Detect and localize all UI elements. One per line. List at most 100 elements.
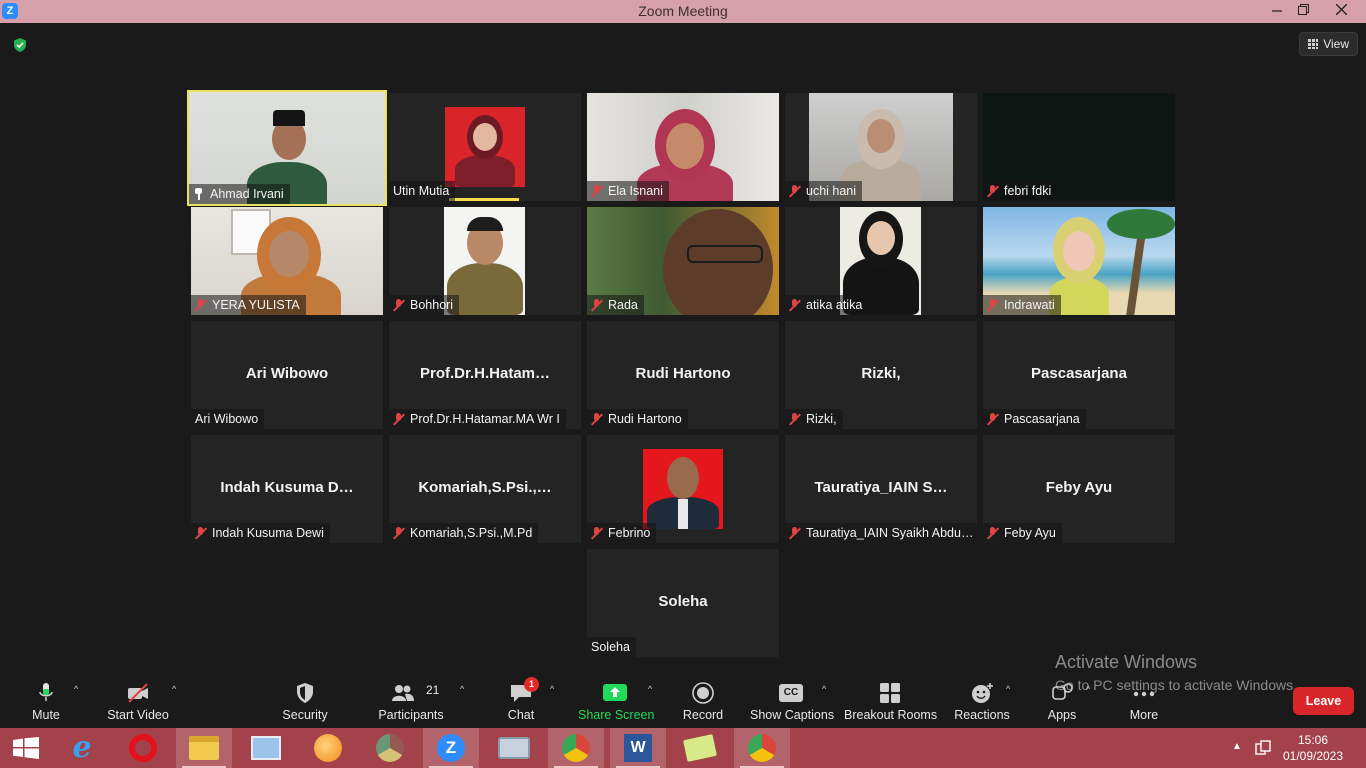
video-tile-atika-atika[interactable]: atika atika [785,207,977,315]
breakout-rooms-button[interactable]: Breakout Rooms [844,675,938,728]
participant-display-name: Prof.Dr.H.Hatam… [419,365,551,382]
captions-options-caret-icon[interactable]: ^ [822,685,830,694]
clock-date: 01/09/2023 [1282,749,1344,763]
muted-mic-icon [789,413,800,425]
video-tile-utin-mutia[interactable]: Utin Mutia [389,93,581,201]
meeting-toolbar: Activate Windows Go to PC settings to ac… [0,652,1366,728]
participant-name: Ahmad Irvani [210,187,284,201]
show-captions-button[interactable]: CC Show Captions [750,675,834,728]
restore-icon [1297,4,1309,15]
participant-name: Rada [608,298,638,312]
taskbar-keyboard[interactable] [486,728,542,768]
watermark-title: Activate Windows [1055,652,1198,672]
more-icon [1133,691,1155,697]
video-tile-bohhori[interactable]: Bohhori [389,207,581,315]
reactions-button[interactable]: Reactions [954,675,1010,728]
video-tile-ahmad-irvani[interactable]: Ahmad Irvani [187,90,387,206]
muted-mic-icon [591,185,602,197]
reactions-options-caret-icon[interactable]: ^ [1006,685,1014,694]
participants-button[interactable]: 21 Participants [378,675,444,728]
participant-label: Rizki, [785,409,843,429]
share-screen-button[interactable]: Share Screen [578,675,654,728]
taskbar-chrome-profile-u[interactable] [548,728,604,768]
windows-start-icon [13,737,39,759]
participant-name: Feby Ayu [1004,526,1056,540]
apps-options-caret-icon[interactable]: ^ [1086,685,1094,694]
restore-button[interactable] [1288,0,1318,23]
record-button[interactable]: Record [680,675,726,728]
chat-button[interactable]: 1 Chat [500,675,542,728]
participant-name: Ela Isnani [608,184,663,198]
name-tile-hatamar[interactable]: Prof.Dr.H.Hatam… Prof.Dr.H.Hatamar.MA Wr… [389,321,581,429]
taskbar-folder[interactable] [672,728,728,768]
record-label: Record [682,708,724,722]
video-tile-indrawati[interactable]: Indrawati [983,207,1175,315]
name-tile-feby-ayu[interactable]: Feby Ayu Feby Ayu [983,435,1175,543]
name-tile-rudi-hartono[interactable]: Rudi Hartono Rudi Hartono [587,321,779,429]
more-button[interactable]: More [1122,675,1166,728]
taskbar-word[interactable]: W [610,728,666,768]
taskbar-chrome-profile-i[interactable] [734,728,790,768]
name-tile-soleha[interactable]: Soleha Soleha [587,549,779,657]
video-tile-uchi-hani[interactable]: uchi hani [785,93,977,201]
breakout-rooms-label: Breakout Rooms [844,708,938,722]
chat-options-caret-icon[interactable]: ^ [550,685,558,694]
close-button[interactable] [1326,0,1356,23]
taskbar-zoom[interactable]: Z [423,728,479,768]
security-button[interactable]: Security [278,675,332,728]
video-off-icon [128,683,148,703]
mute-button[interactable]: Mute [20,675,72,728]
video-tile-febrino[interactable]: Febrino [587,435,779,543]
taskbar-control-panel[interactable] [238,728,294,768]
window-title: Zoom Meeting [638,3,728,19]
control-panel-icon [251,736,281,760]
leave-button[interactable]: Leave [1293,687,1354,715]
muted-mic-icon [591,527,602,539]
participants-options-caret-icon[interactable]: ^ [460,685,468,694]
participant-name: Soleha [591,640,630,654]
shield-check-icon[interactable] [12,37,28,53]
video-tile-yera-yulista[interactable]: YERA YULISTA [191,207,383,315]
participant-display-name: Ari Wibowo [245,365,329,382]
name-tile-tauratiya[interactable]: Tauratiya_IAIN S… Tauratiya_IAIN Syaikh … [785,435,977,543]
taskbar-chrome[interactable] [362,728,418,768]
tray-overflow-icon[interactable]: ▲ [1232,741,1242,752]
meeting-area: View Ahmad Irvani Utin Mutia Ela Isnani [0,23,1366,675]
name-tile-komariah[interactable]: Komariah,S.Psi.,… Komariah,S.Psi.,M.Pd [389,435,581,543]
view-button[interactable]: View [1299,32,1358,56]
audio-options-caret-icon[interactable]: ^ [74,685,82,694]
participants-icon [392,685,414,701]
name-tile-indah-kusuma-dewi[interactable]: Indah Kusuma D… Indah Kusuma Dewi [191,435,383,543]
participant-display-name: Soleha [658,593,708,610]
video-tile-rada[interactable]: Rada [587,207,779,315]
share-options-caret-icon[interactable]: ^ [648,685,656,694]
name-tile-rizki[interactable]: Rizki, Rizki, [785,321,977,429]
start-video-button[interactable]: Start Video [104,675,172,728]
zoom-window: Z Zoom Meeting View Ahmad Irvani Utin Mu… [0,0,1366,768]
video-options-caret-icon[interactable]: ^ [172,685,180,694]
file-explorer-icon [189,736,219,760]
participant-label: Ahmad Irvani [189,184,290,204]
participant-label: Prof.Dr.H.Hatamar.MA Wr I [389,409,566,429]
participant-display-name: Rudi Hartono [635,365,731,382]
apps-button[interactable]: Apps [1040,675,1084,728]
participant-name: Rudi Hartono [608,412,682,426]
taskbar-file-explorer[interactable] [176,728,232,768]
taskbar-orange-app[interactable] [300,728,356,768]
muted-mic-icon [987,413,998,425]
muted-mic-icon [987,527,998,539]
participant-display-name: Indah Kusuma D… [220,479,354,496]
taskbar-clock[interactable]: 15:06 01/09/2023 [1268,732,1358,764]
participant-label: Rudi Hartono [587,409,688,429]
name-tile-ari-wibowo[interactable]: Ari Wibowo Ari Wibowo [191,321,383,429]
taskbar-internet-explorer[interactable]: e [54,728,110,768]
video-tile-febri-fdki[interactable]: febri fdki [983,93,1175,201]
share-screen-icon [603,684,627,701]
video-tile-ela-isnani[interactable]: Ela Isnani [587,93,779,201]
chat-unread-badge: 1 [524,677,539,692]
participant-label: uchi hani [785,181,863,201]
start-button[interactable] [0,728,50,768]
name-tile-pascasarjana[interactable]: Pascasarjana Pascasarjana [983,321,1175,429]
taskbar-opera[interactable] [115,728,171,768]
zoom-icon: Z [437,734,465,762]
